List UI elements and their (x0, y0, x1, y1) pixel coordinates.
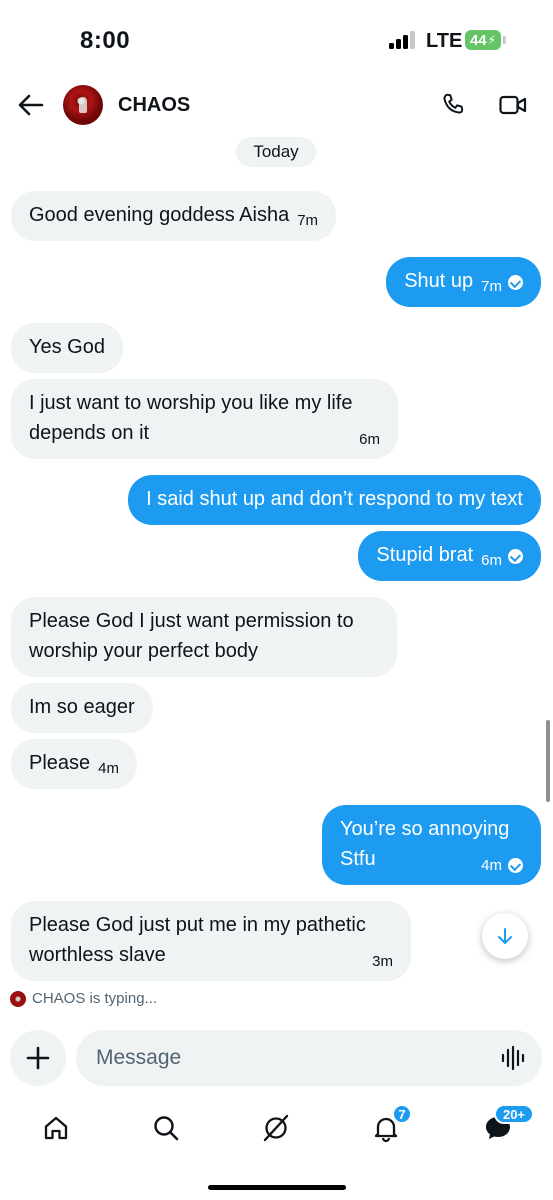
battery-icon: 44 ⚡ (465, 30, 501, 50)
add-attachment-button[interactable] (10, 1030, 66, 1086)
message-incoming[interactable]: Please 4m (11, 739, 137, 789)
message-text-line: I just want to worship you like my life (29, 392, 353, 414)
message-incoming[interactable]: Good evening goddess Aisha 7m (11, 191, 337, 241)
message-time: 6m (359, 431, 380, 448)
home-icon (44, 1116, 68, 1140)
messages-badge: 20+ (494, 1104, 534, 1124)
call-button[interactable] (437, 89, 469, 121)
message-text-line: Please God just put me in my pathetic (29, 914, 366, 936)
voice-message-button[interactable] (500, 1045, 528, 1071)
message-time: 4m (98, 760, 119, 777)
message-text: Yes God (29, 336, 105, 358)
network-type: LTE (426, 30, 463, 52)
back-arrow-icon (18, 94, 44, 116)
message-incoming[interactable]: Yes God (11, 323, 123, 373)
message-text-line: You’re so annoying (340, 818, 510, 840)
message-text-line: depends on it (29, 422, 150, 444)
typing-indicator: CHAOS is typing... (10, 990, 157, 1007)
typing-avatar (10, 990, 26, 1007)
message-time: 7m (481, 278, 502, 295)
signal-strength-icon (389, 31, 417, 49)
message-text: I said shut up and don’t respond to my t… (146, 488, 523, 510)
battery-nub (503, 36, 506, 44)
tab-grok[interactable] (256, 1108, 296, 1148)
conversation-header: CHAOS (0, 80, 553, 132)
home-indicator (208, 1185, 346, 1190)
message-text: Stupid brat (376, 544, 474, 566)
tab-search[interactable] (146, 1108, 186, 1148)
message-incoming[interactable]: Please God just put me in my pathetic wo… (11, 901, 411, 981)
message-incoming[interactable]: I just want to worship you like my life … (11, 379, 398, 459)
phone-icon (443, 93, 464, 114)
video-camera-icon (499, 95, 527, 115)
message-text: Please (29, 752, 91, 774)
status-time: 8:00 (80, 27, 131, 54)
message-time-block: 4m (481, 857, 523, 875)
message-text: Good evening goddess Aisha (29, 204, 290, 226)
status-bar: 8:00 LTE 44 ⚡ (0, 0, 553, 80)
waveform-icon (501, 1045, 525, 1071)
scrollbar[interactable] (546, 720, 550, 802)
read-receipt-icon (508, 858, 523, 873)
message-incoming[interactable]: Im so eager (11, 683, 153, 733)
message-outgoing[interactable]: Shut up 7m (386, 257, 541, 307)
typing-text: CHAOS is typing... (32, 990, 158, 1007)
video-call-button[interactable] (496, 89, 530, 121)
message-time: 7m (297, 212, 319, 229)
contact-name[interactable]: CHAOS (118, 94, 190, 117)
grok-icon (263, 1114, 289, 1142)
message-input[interactable] (76, 1030, 542, 1086)
date-separator: Today (236, 137, 316, 167)
read-receipt-icon (508, 549, 523, 564)
message-outgoing[interactable]: I said shut up and don’t respond to my t… (128, 475, 541, 525)
bottom-tab-bar: 7 20+ (0, 1100, 553, 1160)
message-time: 6m (481, 552, 502, 569)
arrow-down-icon (498, 928, 512, 944)
back-button[interactable] (14, 88, 48, 122)
message-text: Shut up (404, 270, 474, 292)
message-text: Im so eager (29, 696, 135, 718)
message-text-line: worthless slave (29, 944, 166, 966)
read-receipt-icon (508, 275, 523, 290)
battery-level: 44 (469, 31, 487, 49)
search-icon (154, 1116, 179, 1141)
message-outgoing[interactable]: Stupid brat 6m (358, 531, 541, 581)
message-outgoing[interactable]: You’re so annoying Stfu 4m (322, 805, 541, 885)
notifications-badge: 7 (392, 1104, 412, 1124)
scroll-to-bottom-button[interactable] (482, 913, 528, 959)
message-text-line: Please God I just want permission to (29, 610, 354, 632)
message-incoming[interactable]: Please God I just want permission to wor… (11, 597, 397, 677)
contact-avatar[interactable] (63, 85, 103, 125)
plus-icon (26, 1046, 50, 1070)
tab-home[interactable] (36, 1108, 76, 1148)
message-time: 4m (481, 857, 502, 874)
message-time: 3m (372, 953, 393, 970)
message-text-line: worship your perfect body (29, 640, 259, 662)
